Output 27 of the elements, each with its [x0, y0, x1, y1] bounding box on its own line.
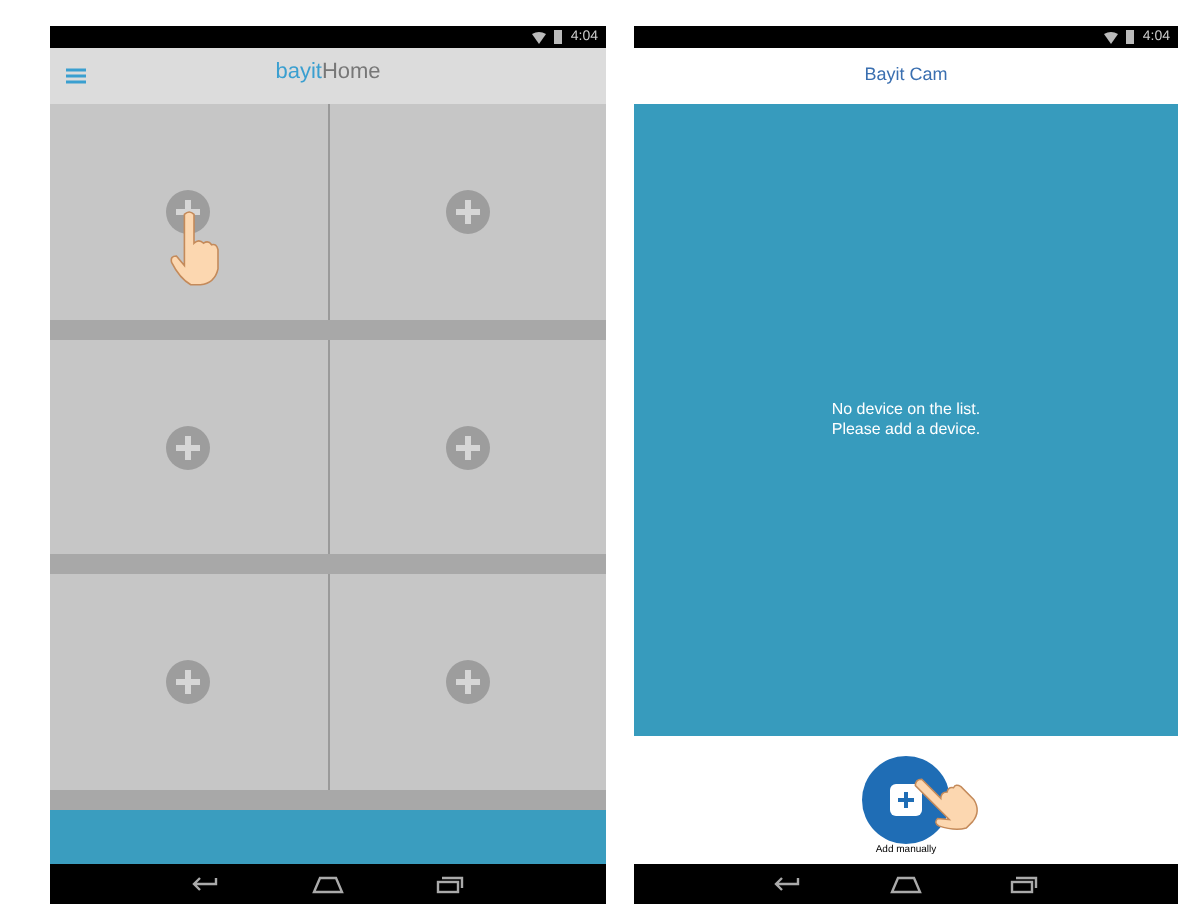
- back-icon[interactable]: [192, 876, 220, 892]
- recent-apps-icon[interactable]: [1010, 875, 1038, 893]
- add-device-button[interactable]: [862, 755, 950, 843]
- empty-list-message: No device on the list. Please add a device.: [831, 400, 981, 440]
- add-tile[interactable]: [329, 574, 606, 791]
- plus-icon[interactable]: [445, 425, 490, 469]
- battery-icon: [1126, 30, 1135, 44]
- home-icon[interactable]: [890, 875, 922, 893]
- wifi-icon: [532, 31, 547, 43]
- app-title: Bayit Cam: [864, 62, 948, 89]
- plus-icon[interactable]: [166, 660, 211, 705]
- plus-icon[interactable]: [445, 189, 490, 234]
- back-icon[interactable]: [774, 876, 802, 892]
- add-tile[interactable]: [50, 339, 327, 555]
- menu-icon[interactable]: [66, 68, 86, 84]
- battery-icon: [554, 30, 563, 44]
- add-tile[interactable]: [329, 104, 606, 320]
- wifi-icon: [1104, 31, 1119, 43]
- home-icon[interactable]: [312, 875, 344, 893]
- add-tile[interactable]: [50, 104, 327, 320]
- add-tile[interactable]: [50, 574, 327, 791]
- add-tile[interactable]: [329, 339, 606, 555]
- logo: bayitHome: [275, 62, 381, 84]
- recent-apps-icon[interactable]: [436, 875, 464, 893]
- plus-icon[interactable]: [445, 660, 490, 705]
- plus-icon: [890, 783, 922, 815]
- plus-icon[interactable]: [166, 425, 211, 469]
